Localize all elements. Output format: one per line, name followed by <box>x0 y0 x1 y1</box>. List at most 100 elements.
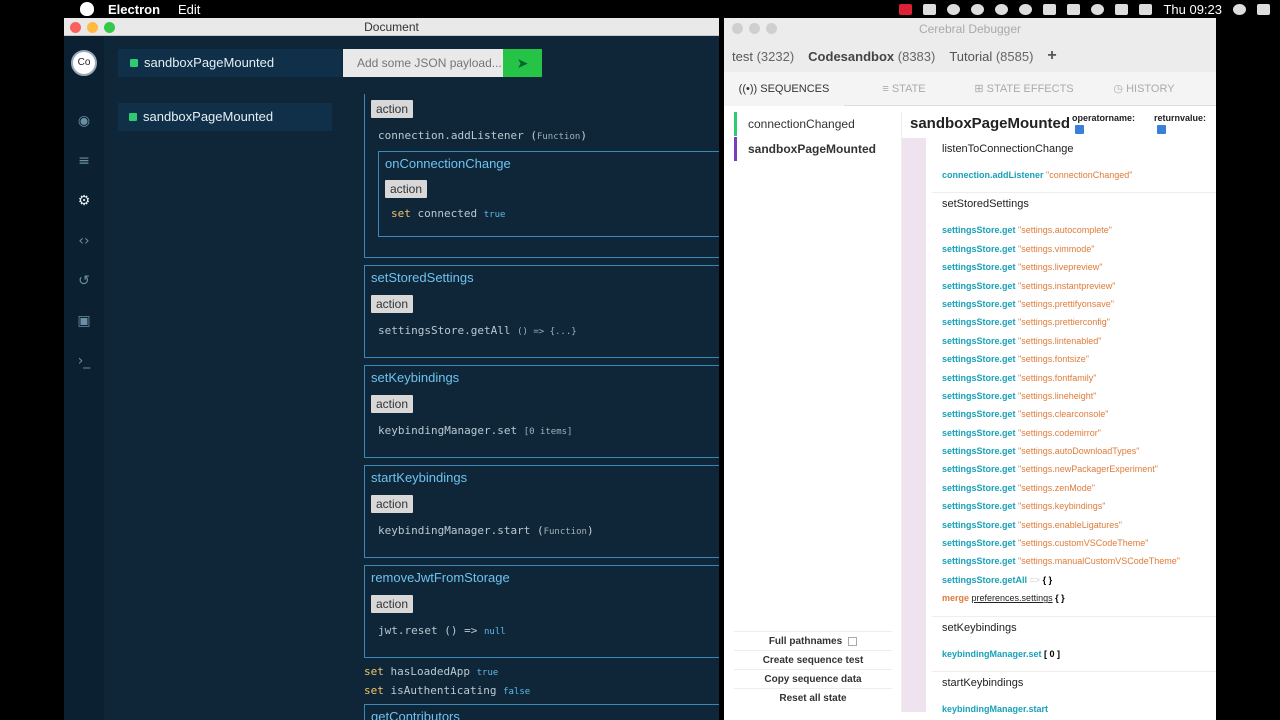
operator-line[interactable]: settingsStore.get "settings.autocomplete… <box>942 221 1216 239</box>
operator-line[interactable]: settingsStore.get "settings.zenMode" <box>942 479 1216 497</box>
avatar[interactable]: Co <box>71 50 97 76</box>
operator-line[interactable]: settingsStore.get "settings.prettifyonsa… <box>942 295 1216 313</box>
window-controls <box>732 23 777 34</box>
app-tab-label: test <box>732 48 753 64</box>
app-tab-tutorial[interactable]: Tutorial (8585) <box>949 49 1033 64</box>
operator-line[interactable]: settingsStore.get "settings.lineheight" <box>942 387 1216 405</box>
detail-title: sandboxPageMounted <box>910 115 1071 132</box>
operator-line[interactable]: settingsStore.get "settings.clearconsole… <box>942 405 1216 423</box>
sequence-item-selected[interactable]: sandboxPageMounted <box>734 137 894 161</box>
block-title[interactable]: startKeybindings <box>371 470 467 485</box>
operatorname-checkbox[interactable] <box>1075 125 1084 134</box>
spotlight-icon[interactable] <box>1233 3 1246 15</box>
operator-line[interactable]: settingsStore.get "settings.autoDownload… <box>942 442 1216 460</box>
operator-line[interactable]: connection.addListener "connectionChange… <box>942 166 1216 184</box>
reset-all-state-button[interactable]: Reset all state <box>734 688 892 707</box>
battery-icon[interactable] <box>923 3 937 15</box>
feather-icon[interactable] <box>971 3 985 15</box>
airplay-icon[interactable] <box>1115 3 1129 15</box>
cup-icon[interactable] <box>1019 3 1033 15</box>
sequence-selector[interactable]: sandboxPageMounted <box>118 49 342 77</box>
zoom-window-button[interactable] <box>766 23 777 34</box>
database-icon[interactable]: ≡ <box>76 153 92 169</box>
operator-line[interactable]: settingsStore.getAll => { } <box>942 571 1216 589</box>
terminal-icon[interactable]: ›_ <box>76 353 92 369</box>
gears-icon[interactable]: ⚙ <box>76 193 92 209</box>
operator-line[interactable]: settingsStore.get "settings.codemirror" <box>942 424 1216 442</box>
operator-line[interactable]: keybindingManager.set [ 0 ] <box>942 645 1216 663</box>
chrome-icon[interactable]: ◉ <box>76 113 92 129</box>
function-heading[interactable]: setKeybindings <box>942 622 1216 634</box>
edit-menu[interactable]: Edit <box>178 2 200 17</box>
operator-line[interactable]: settingsStore.get "settings.keybindings" <box>942 497 1216 515</box>
operator: settingsStore.get <box>942 390 1016 401</box>
tab-state[interactable]: ≡ STATE <box>844 72 964 106</box>
code-icon[interactable]: ‹› <box>76 233 92 249</box>
operator-line[interactable]: settingsStore.get "settings.lintenabled" <box>942 332 1216 350</box>
full-pathnames-toggle[interactable]: Full pathnames <box>734 631 892 650</box>
bluetooth-icon[interactable] <box>1067 3 1081 15</box>
add-app-button[interactable]: + <box>1047 47 1056 65</box>
tab-sequences[interactable]: ((•)) SEQUENCES <box>724 72 844 106</box>
operator-line[interactable]: settingsStore.get "settings.livepreview" <box>942 258 1216 276</box>
arg: Function <box>536 132 581 142</box>
payload-input[interactable] <box>343 49 503 77</box>
sequence-item[interactable]: connectionChanged <box>734 112 894 136</box>
block-title[interactable]: getContributors <box>371 709 460 720</box>
operator-line[interactable]: settingsStore.get "settings.enableLigatu… <box>942 516 1216 534</box>
operator-line[interactable]: settingsStore.get "settings.fontsize" <box>942 350 1216 368</box>
history-icon[interactable]: ↺ <box>76 273 92 289</box>
operator-line[interactable]: settingsStore.get "settings.customVSCode… <box>942 534 1216 552</box>
zoom-window-button[interactable] <box>104 22 115 33</box>
app-tab-codesandbox[interactable]: Codesandbox (8383) <box>808 49 935 64</box>
create-sequence-test-button[interactable]: Create sequence test <box>734 650 892 669</box>
block-expr: jwt.reset () => null <box>378 624 506 637</box>
operator-line[interactable]: settingsStore.get "settings.instantprevi… <box>942 277 1216 295</box>
operator: settingsStore.get <box>942 501 1016 512</box>
set-line: set hasLoadedApp true <box>364 665 498 678</box>
tab-history[interactable]: ◷ HISTORY <box>1084 72 1204 106</box>
save-icon[interactable]: ▣ <box>76 313 92 329</box>
run-sequence-button[interactable]: ➤ <box>503 49 542 77</box>
function-heading[interactable]: startKeybindings <box>942 677 1216 689</box>
operator-line[interactable]: settingsStore.get "settings.fontfamily" <box>942 369 1216 387</box>
tab-state-effects[interactable]: ⊞ STATE EFFECTS <box>964 72 1084 106</box>
function-heading[interactable]: listenToConnectionChange <box>942 143 1216 155</box>
operator-line[interactable]: settingsStore.get "settings.prettierconf… <box>942 313 1216 331</box>
function-heading[interactable]: setStoredSettings <box>942 198 1216 210</box>
app-menu[interactable]: Electron <box>108 2 160 17</box>
operator-line[interactable]: settingsStore.get "settings.newPackagerE… <box>942 460 1216 478</box>
returnvalue-checkbox[interactable] <box>1157 125 1166 134</box>
creative-cloud-icon[interactable] <box>995 3 1009 15</box>
recording-icon[interactable] <box>899 3 913 15</box>
app-tab-test[interactable]: test (3232) <box>732 49 794 64</box>
action-tag: action <box>371 395 414 413</box>
block-title[interactable]: setKeybindings <box>371 370 459 385</box>
minimize-window-button[interactable] <box>87 22 98 33</box>
operator: settingsStore.get <box>942 280 1016 291</box>
operatorname-label: operatorname: <box>1072 113 1136 123</box>
sequence-list-item[interactable]: sandboxPageMounted <box>118 103 332 131</box>
volume-icon[interactable] <box>1139 3 1153 15</box>
copy-sequence-data-button[interactable]: Copy sequence data <box>734 669 892 688</box>
clock[interactable]: Thu 09:23 <box>1163 2 1222 17</box>
operator-line[interactable]: keybindingManager.start <box>942 700 1216 718</box>
skype-icon[interactable] <box>947 3 961 15</box>
close-window-button[interactable] <box>732 23 743 34</box>
close-window-button[interactable] <box>70 22 81 33</box>
block-title[interactable]: setStoredSettings <box>371 270 474 285</box>
block-title[interactable]: onConnectionChange <box>385 156 511 171</box>
operator-line[interactable]: settingsStore.get "settings.vimmode" <box>942 240 1216 258</box>
notification-center-icon[interactable] <box>1257 3 1270 15</box>
drive-icon[interactable] <box>1043 3 1057 15</box>
full-pathnames-checkbox[interactable] <box>848 636 858 646</box>
merge-line[interactable]: merge preferences.settings { } <box>942 589 1216 607</box>
block-title[interactable]: removeJwtFromStorage <box>371 570 510 585</box>
wifi-icon[interactable] <box>1091 3 1105 15</box>
value: false <box>503 687 531 697</box>
minimize-window-button[interactable] <box>749 23 760 34</box>
debugger-titlebar: Cerebral Debugger <box>724 18 1216 40</box>
operator-line[interactable]: settingsStore.get "settings.manualCustom… <box>942 552 1216 570</box>
operator: settingsStore.get <box>942 298 1016 309</box>
apple-icon[interactable] <box>80 2 94 16</box>
